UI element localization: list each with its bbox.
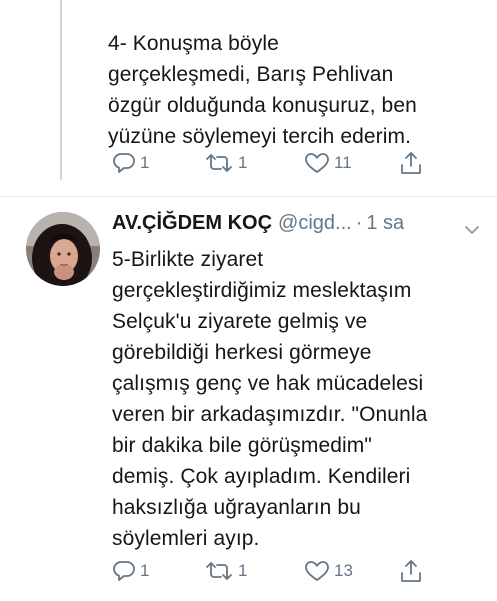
like-icon (305, 153, 329, 173)
tweet-text-line: Selçuk'u ziyarete gelmiş ve (112, 310, 368, 333)
more-options-button[interactable] (464, 222, 480, 240)
username[interactable]: @cigd... (278, 212, 352, 235)
tweet-text: 4- Konuşma böyle gerçekleşmedi, Barış Pe… (108, 28, 478, 152)
reply-count: 1 (140, 153, 150, 172)
tweet-text-line: haksızlığa uğrayanların bu (112, 496, 361, 519)
divider (0, 196, 497, 197)
tweet-text-line: 4- Konuşma böyle (108, 32, 279, 55)
like-count: 13 (334, 561, 353, 580)
tweet-text-line: demiş. Çok ayıpladım. Kendileri (112, 465, 411, 488)
tweet-text-line: görebildiği herkesi görmeye (112, 341, 372, 364)
tweet-text-line: gerçekleşmedi, Barış Pehlivan (108, 63, 394, 86)
tweet-text-line: veren bir arkadaşımızdır. "Onunla (112, 403, 428, 426)
reply-count: 1 (140, 561, 150, 580)
tweet-text-line: 5-Birlikte ziyaret (112, 248, 264, 271)
like-count: 11 (334, 153, 352, 172)
share-button[interactable] (399, 558, 423, 584)
tweet-header: AV.ÇİĞDEM KOÇ @cigd... · 1 sa (112, 212, 404, 235)
tweet-text-line: bir dakika bile görüşmedim" (112, 434, 372, 457)
avatar[interactable] (26, 212, 100, 286)
tweet-text-line: gerçekleştirdiğimiz meslektaşım (112, 279, 412, 302)
share-icon (401, 152, 421, 174)
avatar-image (26, 212, 100, 286)
tweet-actions: 1 1 13 (112, 558, 423, 584)
share-button[interactable] (399, 150, 423, 176)
retweet-icon (206, 154, 232, 172)
retweet-icon (206, 562, 232, 580)
retweet-count: 1 (238, 561, 248, 580)
retweet-button[interactable]: 1 (204, 560, 304, 582)
like-button[interactable]: 13 (304, 560, 399, 582)
reply-button[interactable]: 1 (112, 152, 204, 174)
reply-icon (113, 153, 135, 173)
tweet-text-line: yüzüne söylemeyi tercih ederim. (108, 125, 412, 148)
display-name[interactable]: AV.ÇİĞDEM KOÇ (112, 212, 272, 235)
share-icon (401, 560, 421, 582)
reply-button[interactable]: 1 (112, 560, 204, 582)
tweet-text: 5-Birlikte ziyaret gerçekleştirdiğimiz m… (112, 244, 482, 554)
retweet-count: 1 (238, 153, 248, 172)
tweet-actions: 1 1 11 (112, 150, 423, 176)
tweet-text-line: çalışmış genç ve hak mücadelesi (112, 372, 424, 395)
tweet-text-line: söylemleri ayıp. (112, 527, 260, 550)
like-icon (305, 561, 329, 581)
reply-icon (113, 561, 135, 581)
like-button[interactable]: 11 (304, 152, 399, 174)
chevron-down-icon (465, 226, 479, 234)
separator-dot: · (355, 212, 363, 234)
tweet-text-line: özgür olduğunda konuşuruz, ben (108, 94, 417, 117)
thread-line (60, 0, 62, 180)
timestamp[interactable]: 1 sa (366, 212, 404, 235)
retweet-button[interactable]: 1 (204, 152, 304, 174)
